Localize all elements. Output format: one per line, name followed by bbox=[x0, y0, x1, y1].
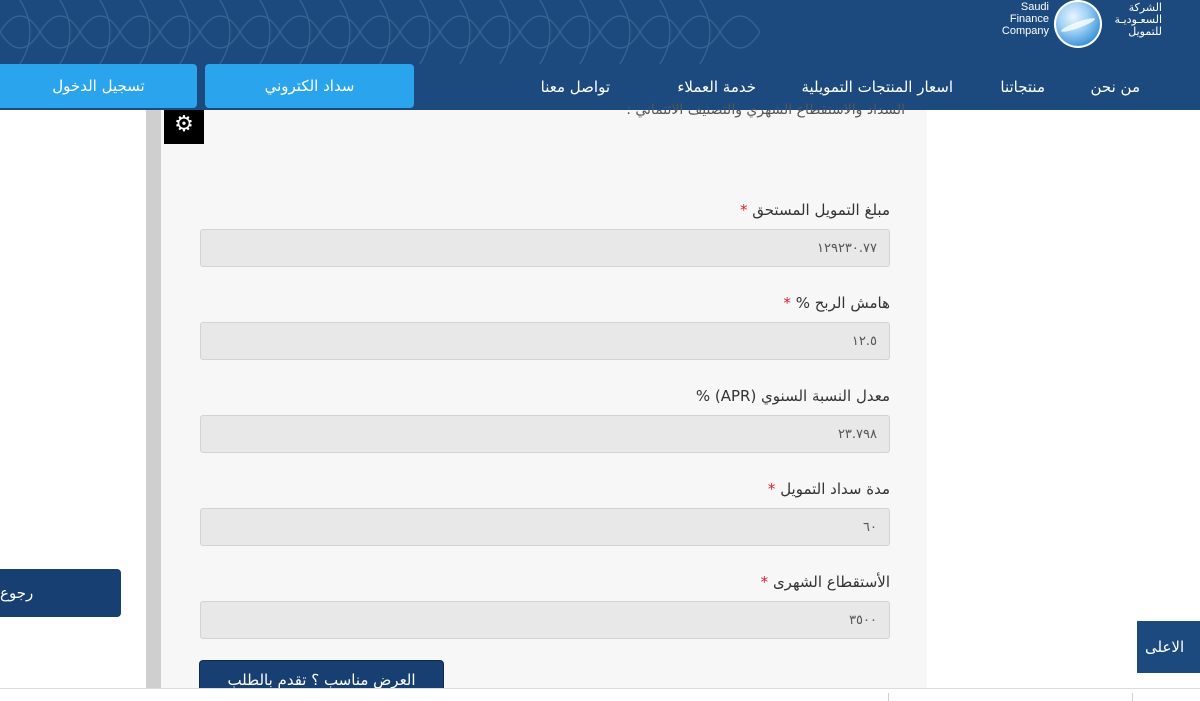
field-label-financing-amount: مبلغ التمويل المستحق * bbox=[739, 201, 890, 219]
intro-text: السداد والاستقطاع الشهري والتصنيف الائتم… bbox=[626, 102, 905, 118]
scroll-to-top-button[interactable]: الاعلى bbox=[1137, 621, 1200, 673]
bottom-bar bbox=[0, 688, 1200, 701]
profit-margin-input[interactable] bbox=[200, 322, 890, 360]
apr-input[interactable] bbox=[200, 415, 890, 453]
nav-about-us[interactable]: من نحن bbox=[1091, 64, 1141, 110]
field-label-apr: معدل النسبة السنوي (APR) % bbox=[695, 387, 890, 405]
financing-amount-input[interactable] bbox=[200, 229, 890, 267]
company-logo[interactable]: Saudi Finance Company الشركة السعـوديـة … bbox=[988, 0, 1200, 50]
logo-english-text: Saudi Finance Company bbox=[1001, 1, 1049, 37]
electronic-payment-button[interactable]: سداد الكتروني bbox=[205, 64, 414, 108]
field-label-financing-term: مدة سداد التمويل * bbox=[767, 480, 890, 498]
header-pattern bbox=[0, 0, 760, 64]
financing-term-input[interactable] bbox=[200, 508, 890, 546]
nav-products[interactable]: منتجاتنا bbox=[1000, 64, 1045, 110]
logo-globe-icon bbox=[1054, 0, 1102, 48]
back-button[interactable]: رجوع bbox=[0, 569, 121, 617]
back-button-label: رجوع bbox=[0, 584, 34, 602]
logo-arabic-text: الشركة السعـوديـة للتمويل bbox=[1114, 1, 1162, 38]
nav-contact-us[interactable]: تواصل معنا bbox=[541, 64, 610, 110]
monthly-deduction-input[interactable] bbox=[200, 601, 890, 639]
gear-icon[interactable]: ⚙ bbox=[164, 110, 204, 144]
login-button[interactable]: تسجيل الدخول bbox=[0, 64, 197, 108]
field-label-monthly-deduction: الأستقطاع الشهرى * bbox=[760, 573, 890, 591]
field-label-profit-margin: هامش الربح % * bbox=[783, 294, 890, 312]
